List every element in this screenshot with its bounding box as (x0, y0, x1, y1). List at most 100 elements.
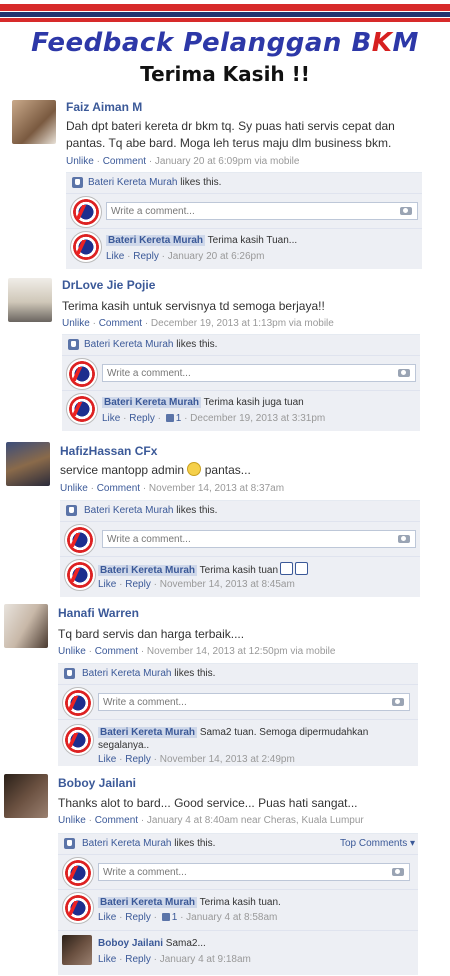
like-link[interactable]: Like (98, 954, 116, 965)
unlike-link[interactable]: Unlike (62, 318, 90, 329)
reply-link[interactable]: Reply (125, 754, 151, 765)
write-comment-input[interactable]: Write a comment... (98, 693, 410, 711)
reply-row: Bateri Kereta Murah Terima kasih juga tu… (62, 391, 420, 431)
reply-author[interactable]: Bateri Kereta Murah (106, 235, 206, 246)
avatar[interactable] (4, 774, 48, 818)
write-comment-input[interactable]: Write a comment... (106, 202, 418, 220)
reply-author[interactable]: Bateri Kereta Murah (98, 897, 198, 908)
camera-icon[interactable] (400, 207, 412, 215)
avatar[interactable] (12, 100, 56, 144)
liker-link[interactable]: Bateri Kereta Murah (88, 177, 178, 188)
post-author[interactable]: HafizHassan CFx (60, 444, 157, 458)
liker-link[interactable]: Bateri Kereta Murah (84, 505, 174, 516)
unlike-link[interactable]: Unlike (60, 483, 88, 494)
comment-section: Bateri Kereta Murah likes this. Write a … (66, 172, 422, 269)
like-count[interactable]: 1 (172, 912, 178, 923)
reply-row: Bateri Kereta Murah Terima kasih Tuan...… (66, 229, 422, 269)
post-meta: Unlike · Comment · November 14, 2013 at … (58, 646, 336, 657)
avatar[interactable] (4, 604, 48, 648)
comment-link[interactable]: Comment (99, 318, 142, 329)
comment-link[interactable]: Comment (95, 815, 138, 826)
avatar[interactable] (6, 442, 50, 486)
reply-author[interactable]: Bateri Kereta Murah (98, 727, 198, 738)
camera-icon[interactable] (398, 369, 410, 377)
bkm-logo-icon (64, 559, 96, 591)
post-author[interactable]: Hanafi Warren (58, 606, 139, 620)
likes-row: Bateri Kereta Murah likes this. (60, 501, 420, 522)
likes-row: Bateri Kereta Murah likes this. (66, 173, 422, 194)
thumbs-up-icon (280, 562, 294, 575)
likes-row: Bateri Kereta Murah likes this. (58, 664, 418, 685)
page-title: Feedback Pelanggan BKM (31, 28, 419, 58)
reply-text: Terima kasih juga tuan (203, 397, 304, 408)
top-comments-dropdown[interactable]: Top Comments ▾ (340, 838, 415, 849)
like-thumb-icon (64, 838, 75, 849)
reply-text: Terima kasih tuan. (199, 897, 281, 908)
like-link[interactable]: Like (98, 912, 116, 923)
post-meta: Unlike · Comment · December 19, 2013 at … (62, 318, 334, 329)
like-thumb-icon (72, 177, 83, 188)
likes-row: Bateri Kereta Murah likes this. (62, 335, 420, 356)
comment-section: Bateri Kereta Murah likes this. Top Comm… (58, 833, 418, 975)
reply-row-sub: Boboy Jailani Sama2... Like · Reply · Ja… (58, 931, 418, 971)
like-link[interactable]: Like (102, 413, 120, 424)
like-link[interactable]: Like (98, 579, 116, 590)
post-1: Faiz Aiman M Dah dpt bateri kereta dr bk… (0, 96, 450, 269)
write-comment-input[interactable]: Write a comment... (98, 863, 410, 881)
like-thumb-icon (66, 505, 77, 516)
bkm-logo-icon (62, 892, 94, 924)
likes-row: Bateri Kereta Murah likes this. Top Comm… (58, 834, 418, 855)
like-count[interactable]: 1 (176, 413, 182, 424)
comment-link[interactable]: Comment (97, 483, 140, 494)
comment-section: Bateri Kereta Murah likes this. Write a … (58, 663, 418, 766)
post-meta: Unlike · Comment · January 4 at 8:40am n… (58, 815, 364, 826)
liker-link[interactable]: Bateri Kereta Murah (82, 838, 172, 849)
reply-text: Sama2... (165, 938, 206, 949)
post-text: Dah dpt bateri kereta dr bkm tq. Sy puas… (66, 119, 395, 150)
header-band-top-red (0, 4, 450, 11)
reply-link[interactable]: Reply (125, 579, 151, 590)
camera-icon[interactable] (392, 868, 404, 876)
bkm-logo-icon (62, 687, 94, 719)
post-text: service mantopp admin pantas... (60, 462, 251, 477)
reply-link[interactable]: Reply (125, 954, 151, 965)
post-text: Terima kasih untuk servisnya td semoga b… (62, 299, 325, 313)
camera-icon[interactable] (398, 535, 410, 543)
header-band-top-red-2 (0, 18, 450, 22)
bkm-logo-icon (66, 358, 98, 390)
avatar[interactable] (8, 278, 52, 322)
post-author[interactable]: Faiz Aiman M (66, 100, 142, 114)
like-link[interactable]: Like (98, 754, 116, 765)
reply-author[interactable]: Bateri Kereta Murah (102, 397, 202, 408)
write-comment-row: Write a comment... (60, 522, 420, 557)
reply-text: Terima kasih tuan (199, 565, 279, 576)
avatar[interactable] (62, 935, 92, 965)
liker-link[interactable]: Bateri Kereta Murah (82, 668, 172, 679)
write-comment-row: Write a comment... (62, 356, 420, 391)
page-subtitle: Terima Kasih !! (140, 62, 310, 86)
reply-author[interactable]: Bateri Kereta Murah (98, 565, 198, 576)
write-comment-input[interactable]: Write a comment... (102, 364, 416, 382)
post-3: HafizHassan CFx service mantopp admin pa… (0, 440, 450, 600)
smiley-icon (187, 462, 202, 476)
write-comment-input[interactable]: Write a comment... (102, 530, 416, 548)
comment-link[interactable]: Comment (95, 646, 138, 657)
reply-link[interactable]: Reply (129, 413, 155, 424)
unlike-link[interactable]: Unlike (58, 815, 86, 826)
like-link[interactable]: Like (106, 251, 124, 262)
bkm-logo-icon (66, 393, 98, 425)
reply-link[interactable]: Reply (133, 251, 159, 262)
bkm-logo-icon (62, 724, 94, 756)
post-author[interactable]: Boboy Jailani (58, 776, 136, 790)
camera-icon[interactable] (392, 698, 404, 706)
thumbs-up-icon (295, 562, 309, 575)
liker-link[interactable]: Bateri Kereta Murah (84, 339, 174, 350)
reply-author[interactable]: Boboy Jailani (98, 938, 163, 949)
like-thumb-icon (64, 668, 75, 679)
reply-link[interactable]: Reply (125, 912, 151, 923)
comment-link[interactable]: Comment (103, 156, 146, 167)
post-2: DrLove Jie Pojie Terima kasih untuk serv… (0, 274, 450, 434)
post-author[interactable]: DrLove Jie Pojie (62, 278, 155, 292)
unlike-link[interactable]: Unlike (58, 646, 86, 657)
unlike-link[interactable]: Unlike (66, 156, 94, 167)
